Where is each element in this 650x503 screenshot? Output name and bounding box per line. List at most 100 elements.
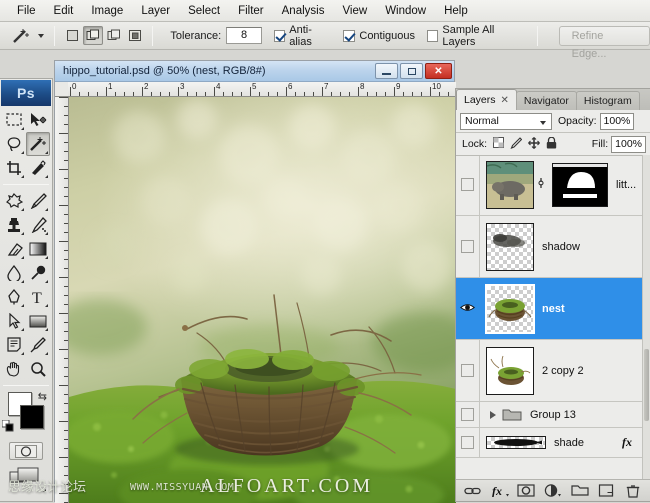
subtract-from-selection-button[interactable] [104,26,124,45]
menu-item-help[interactable]: Help [435,3,477,19]
menu-item-view[interactable]: View [333,3,376,19]
opacity-input[interactable]: 100% [600,113,635,130]
tab-navigator[interactable]: Navigator [516,91,577,110]
close-icon[interactable]: ✕ [501,95,509,106]
layers-scrollbar[interactable] [642,155,650,479]
notes-tool[interactable] [2,333,26,357]
rectangle-shape-tool[interactable] [26,309,50,333]
document-title-bar[interactable]: hippo_tutorial.psd @ 50% (nest, RGB/8#) … [55,61,454,82]
gradient-tool[interactable] [26,237,50,261]
layer-thumbnail-shadow[interactable] [486,223,534,271]
tolerance-input[interactable]: 8 [226,27,262,44]
link-layers-button[interactable] [463,482,483,500]
new-layer-button[interactable] [596,482,616,500]
add-layer-mask-button[interactable] [516,482,536,500]
brush-tool[interactable] [26,189,50,213]
layer-thumbnail-shade[interactable] [486,436,546,449]
eraser-tool[interactable] [2,237,26,261]
lasso-tool[interactable] [2,132,26,156]
layer-row-litt[interactable]: litt... [456,155,650,216]
menu-item-select[interactable]: Select [179,3,229,19]
layer-visibility-toggle[interactable] [456,428,480,457]
refine-edge-button[interactable]: Refine Edge... [559,26,650,46]
new-selection-button[interactable] [62,26,82,45]
slice-tool[interactable] [26,156,50,180]
history-brush-tool[interactable] [26,213,50,237]
magic-wand-icon[interactable] [8,25,34,47]
dodge-tool[interactable] [26,261,50,285]
image-canvas[interactable] [69,97,456,503]
ruler-tick-label: 7 [324,82,328,91]
scrollbar-thumb[interactable] [644,349,649,420]
pen-tool[interactable] [2,285,26,309]
layer-mask-thumbnail[interactable] [552,163,608,207]
layer-effects-icon[interactable]: fx [622,435,632,450]
layer-thumbnail-nest-copy[interactable] [486,347,534,395]
quick-mask-icon[interactable] [9,442,43,460]
lock-all-icon[interactable] [546,137,557,152]
layer-row-shadow[interactable]: shadow [456,216,650,278]
type-tool[interactable]: T [26,285,50,309]
layer-style-button[interactable]: fx [490,482,510,500]
move-tool[interactable] [26,108,50,132]
mask-link-icon[interactable] [536,177,546,192]
hand-tool[interactable] [2,357,26,381]
eyedropper-tool[interactable] [26,333,50,357]
eye-icon-on [460,302,475,316]
ruler-tick-label: 8 [360,82,364,91]
menu-item-filter[interactable]: Filter [229,3,273,19]
layer-row-group-13[interactable]: Group 13 [456,402,650,428]
healing-brush-tool[interactable] [2,189,26,213]
layer-row-shade[interactable]: shade fx [456,428,650,458]
rectangular-marquee-tool[interactable] [2,108,26,132]
anti-alias-checkbox[interactable]: Anti-alias [274,24,331,48]
tab-layers[interactable]: Layers ✕ [456,89,517,110]
sample-all-layers-checkbox[interactable]: Sample All Layers [427,24,525,48]
background-color-swatch[interactable] [20,405,44,429]
svg-text:fx: fx [492,484,502,497]
menu-item-window[interactable]: Window [376,3,435,19]
menu-item-file[interactable]: File [8,3,45,19]
menu-item-layer[interactable]: Layer [132,3,179,19]
clone-stamp-tool[interactable] [2,213,26,237]
layer-list[interactable]: Group 1 [456,155,650,479]
layer-visibility-toggle[interactable] [456,278,480,339]
tab-histogram[interactable]: Histogram [576,91,640,110]
menu-item-edit[interactable]: Edit [45,3,83,19]
path-selection-tool[interactable] [2,309,26,333]
menu-item-analysis[interactable]: Analysis [273,3,334,19]
layer-visibility-toggle[interactable] [456,216,480,277]
contiguous-checkbox[interactable]: Contiguous [343,30,415,42]
layer-thumbnail-hippo[interactable] [486,161,534,209]
lock-transparency-icon[interactable] [493,137,504,151]
fill-input[interactable]: 100% [611,136,646,153]
ruler-tick-label: 6 [288,82,292,91]
menu-item-image[interactable]: Image [82,3,132,19]
lock-position-icon[interactable] [528,137,540,152]
crop-tool[interactable] [2,156,26,180]
add-to-selection-button[interactable] [83,26,103,45]
zoom-tool[interactable] [26,357,50,381]
magic-wand-tool[interactable] [26,132,50,156]
layer-visibility-toggle[interactable] [456,340,480,401]
blend-mode-select[interactable]: Normal [460,113,552,130]
options-divider-3 [537,26,538,46]
delete-layer-button[interactable] [623,482,643,500]
blur-tool[interactable] [2,261,26,285]
layer-row-nest[interactable]: nest [456,278,650,340]
layer-thumbnail-nest[interactable] [486,285,534,333]
new-group-button[interactable] [570,482,590,500]
tool-preset-chevron-down-icon[interactable] [34,26,47,46]
lock-image-icon[interactable] [510,137,522,152]
layer-visibility-toggle[interactable] [456,402,480,427]
maximize-button[interactable] [400,63,423,79]
layer-visibility-toggle[interactable] [456,155,480,215]
layer-row-2-copy-2[interactable]: 2 copy 2 [456,340,650,402]
chevron-right-icon[interactable] [490,411,496,419]
minimize-button[interactable] [375,63,398,79]
swap-colors-icon[interactable]: ⇆ [38,390,47,403]
intersect-selection-button[interactable] [125,26,145,45]
new-adjustment-layer-button[interactable] [543,482,563,500]
close-button[interactable]: ✕ [425,63,452,79]
default-colors-icon[interactable] [2,420,14,435]
